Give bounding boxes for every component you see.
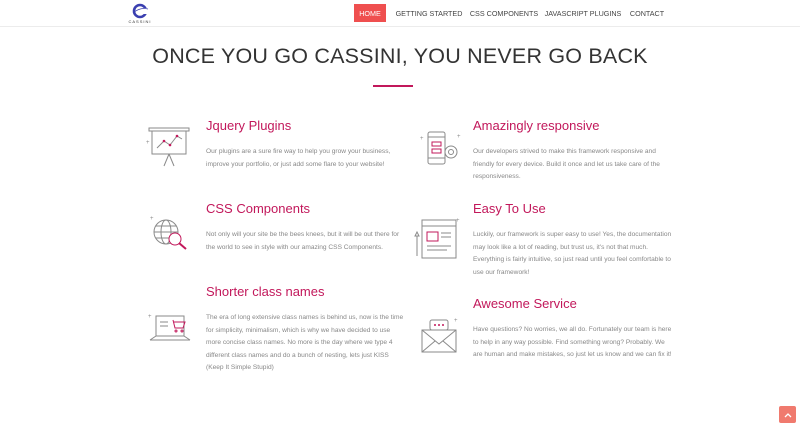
presentation-chart-icon: +	[146, 124, 192, 173]
svg-text:+: +	[146, 140, 150, 146]
hero-title: ONCE YOU GO CASSINI, YOU NEVER GO BACK	[152, 44, 648, 68]
feature-text: The era of long extensive class names is…	[206, 314, 404, 371]
svg-text:+: +	[148, 314, 152, 320]
hero-divider	[373, 85, 413, 87]
phone-gear-icon: + +	[420, 130, 464, 173]
feature-jquery-plugins: Jquery Plugins Our plugins are a sure fi…	[206, 118, 406, 171]
feature-title: Amazingly responsive	[473, 118, 600, 133]
nav-css-components[interactable]: CSS COMPONENTS	[470, 4, 538, 22]
feature-amazingly-responsive: Amazingly responsive Our developers stri…	[473, 118, 673, 184]
feature-title: Shorter class names	[206, 284, 325, 299]
feature-awesome-service: Awesome Service Have questions? No worri…	[473, 296, 673, 362]
svg-text:+: +	[457, 134, 461, 140]
nav-getting-started[interactable]: GETTING STARTED	[396, 4, 463, 22]
document-pencil-icon: +	[414, 216, 462, 269]
scroll-to-top-button[interactable]	[779, 406, 796, 423]
logo-text: CASSINI	[128, 19, 152, 24]
feature-css-components: CSS Components Not only will your site b…	[206, 201, 406, 254]
feature-title: Awesome Service	[473, 296, 577, 311]
svg-text:+: +	[420, 136, 424, 142]
navbar: CASSINI HOME GETTING STARTED CSS COMPONE…	[0, 0, 800, 27]
feature-shorter-class-names: Shorter class names The era of long exte…	[206, 284, 406, 375]
feature-text: Our plugins are a sure fire way to help …	[206, 148, 391, 168]
chevron-up-icon	[784, 412, 791, 417]
globe-magnifier-icon: +	[148, 214, 192, 257]
feature-easy-to-use: Easy To Use Luckily, our framework is su…	[473, 201, 673, 279]
svg-text:+: +	[150, 216, 154, 222]
laptop-cart-icon: +	[146, 308, 194, 353]
feature-title: Easy To Use	[473, 201, 546, 216]
svg-text:+: +	[454, 318, 458, 324]
cassini-logo[interactable]: CASSINI	[128, 3, 152, 25]
nav-javascript-plugins[interactable]: JAVASCRIPT PLUGINS	[545, 4, 622, 22]
feature-text: Our developers strived to make this fram…	[473, 148, 660, 180]
nav-home[interactable]: HOME	[354, 4, 386, 22]
main-nav: HOME GETTING STARTED CSS COMPONENTS JAVA…	[354, 4, 675, 22]
svg-text:+: +	[456, 218, 460, 224]
feature-text: Luckily, our framework is super easy to …	[473, 231, 672, 276]
feature-title: Jquery Plugins	[206, 118, 292, 133]
cassini-logo-icon	[132, 3, 149, 19]
nav-contact[interactable]: CONTACT	[630, 4, 664, 22]
feature-text: Have questions? No worries, we all do. F…	[473, 326, 672, 358]
envelope-chat-icon: +	[418, 316, 462, 361]
feature-title: CSS Components	[206, 201, 311, 216]
feature-text: Not only will your site be the bees knee…	[206, 231, 400, 251]
